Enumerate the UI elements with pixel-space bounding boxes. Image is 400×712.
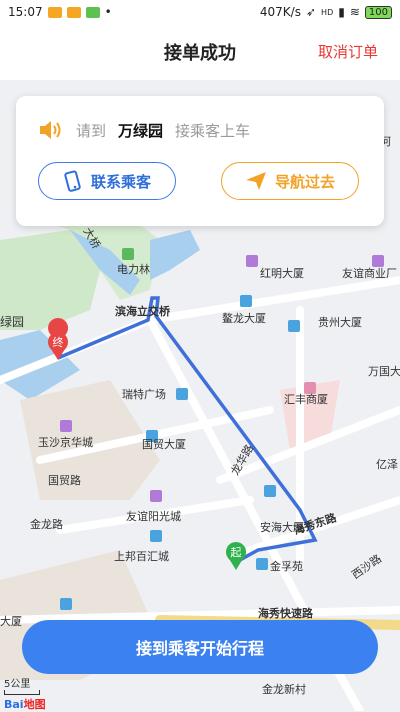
phone-icon [64,170,81,192]
map-label-haixiu-express: 海秀快速路 [258,606,314,620]
start-trip-button[interactable]: 接到乘客开始行程 [22,620,378,674]
park-icon [122,248,134,260]
map-label-hongming: 红明大厦 [260,266,304,280]
destination-name: 万绿园 [118,121,164,140]
navigation-arrow-icon [245,172,266,190]
status-time: 15:07 [8,5,43,19]
map-label-binhai: 滨海立交桥 [115,304,171,318]
map-label-dianli: 电力林 [117,262,150,276]
app-notification-icon [66,6,81,18]
map-label-jinlong-xincun: 金龙新村 [262,682,306,696]
building-icon [288,320,300,332]
map-label-guizhou: 贵州大厦 [318,315,362,329]
map-label-youyi: 友谊商业厂 [342,266,397,280]
map-label-ruite: 瑞特广场 [122,387,166,401]
poi-icon [150,490,162,502]
battery-icon: 100 [364,5,392,19]
map-label-yusha: 玉沙京华城 [38,435,93,449]
map-logo: Bai地图 [4,696,46,712]
map-label-shangbang: 上邦百汇城 [114,550,169,563]
map-label-guomao: 国贸大厦 [142,437,186,451]
map-label-wanlvyuan: 绿园 [0,314,24,329]
title-bar: 接单成功 取消订单 [0,24,400,80]
prefix-text: 请到 [76,121,107,140]
start-marker-label: 起 [231,546,242,559]
building-icon [240,295,252,307]
dot-icon: • [104,5,112,19]
contact-label: 联系乘客 [90,172,151,191]
location-icon: ➶ [305,5,317,19]
map-label-huifeng: 汇丰商厦 [284,392,328,406]
end-marker-label: 终 [53,335,64,349]
status-bar: 15:07 • 407K/s ➶ HD ▮ ≋ 100 [0,0,400,24]
building-icon [256,558,268,570]
building-icon [176,388,188,400]
map-label-da-left: 大厦 [0,614,22,628]
navigate-button[interactable]: 导航过去 [221,162,359,200]
logo-text-2: 地图 [23,698,46,711]
speaker-icon[interactable] [38,118,64,142]
logo-text: Bai [4,698,24,711]
building-icon [150,530,162,542]
map-label-guomao-road: 国贸路 [48,474,81,487]
page-title: 接单成功 [164,43,236,64]
poi-icon [372,255,384,267]
cancel-order-button[interactable]: 取消订单 [318,41,378,62]
map-label-jinlong-road: 金龙路 [30,517,63,531]
network-speed: 407K/s [259,5,301,19]
signal-icon: ▮ [338,5,345,19]
map-scale-label: 5公里 [4,679,31,690]
poi-icon [246,255,258,267]
building-icon [264,485,276,497]
map-label-youyi-yangguang: 友谊阳光城 [126,509,181,523]
contact-passenger-button[interactable]: 联系乘客 [38,162,176,200]
app-notification-icon [47,6,62,18]
app-notification-icon [85,6,100,18]
pickup-card: 请到 万绿园 接乘客上车 联系乘客 导航过去 [16,96,384,226]
hd-label: HD [321,7,334,17]
navigate-label: 导航过去 [274,172,335,191]
map-label-aolong: 鳌龙大厦 [222,311,266,325]
map-label-jinfuyuan: 金孚苑 [270,559,303,573]
map-label-yizhi: 亿泽 [376,458,398,471]
destination-row: 请到 万绿园 接乘客上车 [38,118,250,142]
map-label-wanguo: 万国大 [368,364,400,378]
suffix-text: 接乘客上车 [175,121,251,140]
map-scale-bar [4,690,40,695]
building-icon [60,598,72,610]
poi-icon [60,420,72,432]
wifi-icon: ≋ [349,5,360,19]
